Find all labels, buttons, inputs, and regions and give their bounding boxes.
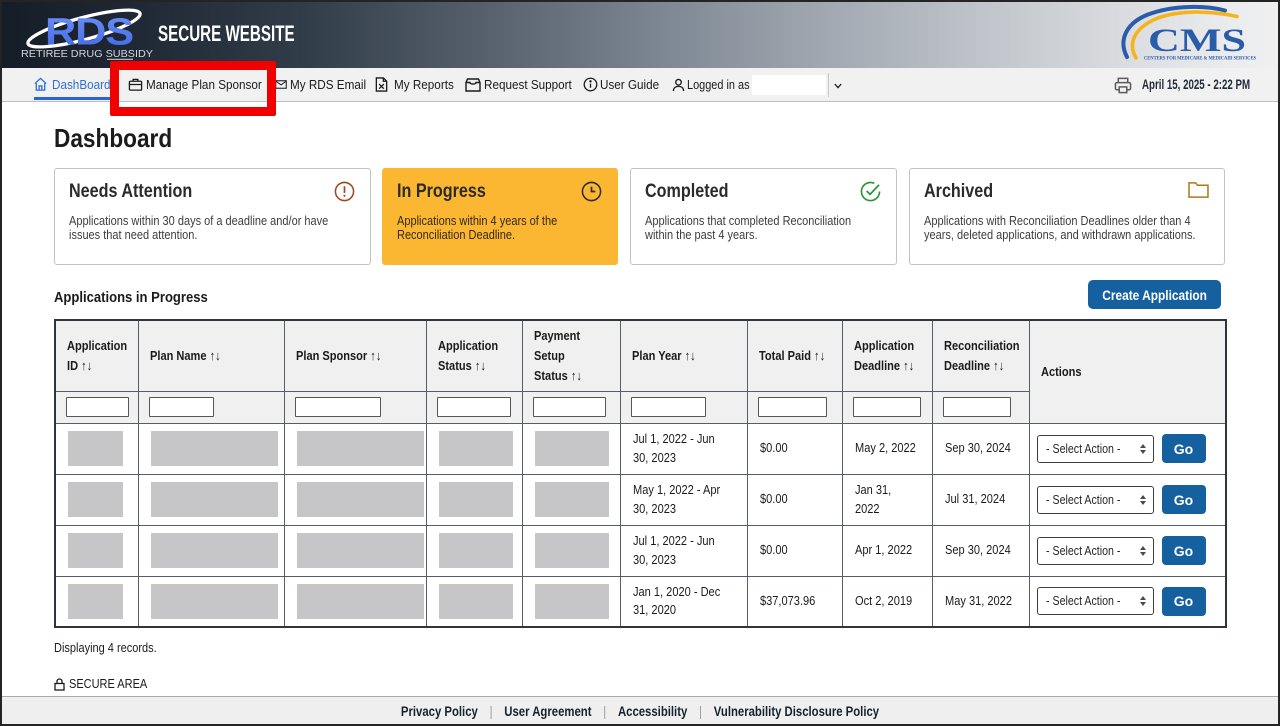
svg-text:RDS: RDS [45,12,133,54]
svg-text:RETIREE DRUG SUBSIDY: RETIREE DRUG SUBSIDY [21,49,153,60]
svg-text:CMS: CMS [1148,23,1246,59]
svg-text:CENTERS FOR MEDICARE & MEDICAI: CENTERS FOR MEDICARE & MEDICAID SERVICES [1144,56,1256,62]
